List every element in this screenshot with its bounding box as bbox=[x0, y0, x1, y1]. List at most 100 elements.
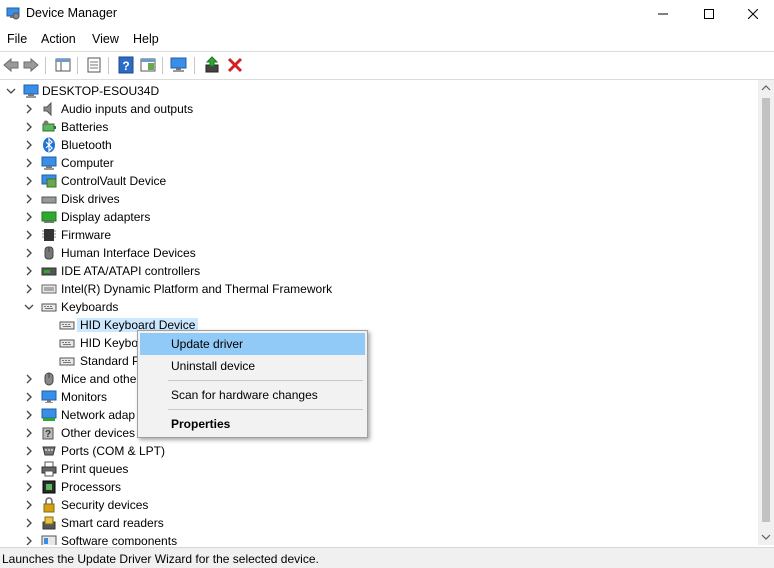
show-hide-console-tree-icon[interactable] bbox=[54, 56, 72, 74]
network-adapter-icon bbox=[41, 408, 57, 421]
category-label: Bluetooth bbox=[61, 138, 112, 152]
menu-file[interactable]: File bbox=[7, 32, 27, 46]
uninstall-device-icon[interactable] bbox=[226, 56, 244, 74]
tree-item-smart-card-readers[interactable]: Smart card readers bbox=[0, 514, 700, 532]
scroll-up-icon[interactable] bbox=[758, 80, 774, 96]
menu-help[interactable]: Help bbox=[133, 32, 159, 46]
minimize-button[interactable] bbox=[640, 0, 686, 28]
category-label: Computer bbox=[61, 156, 114, 170]
chevron-right-icon[interactable] bbox=[23, 193, 35, 205]
scroll-down-icon[interactable] bbox=[758, 529, 774, 545]
properties-icon[interactable] bbox=[85, 56, 103, 74]
chevron-right-icon[interactable] bbox=[23, 409, 35, 421]
chevron-right-icon[interactable] bbox=[23, 175, 35, 187]
update-driver-icon[interactable] bbox=[203, 56, 221, 74]
device-label: Standard P bbox=[80, 354, 141, 368]
category-label: Display adapters bbox=[61, 210, 151, 224]
close-icon bbox=[748, 9, 758, 19]
scan-hardware-menu-item[interactable]: Scan for hardware changes bbox=[140, 384, 365, 406]
chevron-right-icon[interactable] bbox=[23, 373, 35, 385]
chevron-right-icon[interactable] bbox=[23, 265, 35, 277]
tree-item-bluetooth[interactable]: Bluetooth bbox=[0, 136, 700, 154]
scan-hardware-icon[interactable] bbox=[170, 56, 188, 74]
keyboard-icon bbox=[41, 303, 57, 312]
close-button[interactable] bbox=[730, 0, 774, 28]
scrollbar-thumb[interactable] bbox=[762, 98, 770, 522]
tree-item-computer[interactable]: Computer bbox=[0, 154, 700, 172]
category-label: Ports (COM & LPT) bbox=[61, 444, 166, 458]
category-label: Monitors bbox=[61, 390, 108, 404]
tree-item-intel-dptf[interactable]: Intel(R) Dynamic Platform and Thermal Fr… bbox=[0, 280, 700, 298]
tree-item-controlvault-device[interactable]: ControlVault Device bbox=[0, 172, 700, 190]
category-label: Human Interface Devices bbox=[61, 246, 196, 260]
disk-drive-icon bbox=[41, 196, 57, 204]
controlvault-icon bbox=[41, 174, 57, 188]
chevron-right-icon[interactable] bbox=[23, 391, 35, 403]
menu-view[interactable]: View bbox=[92, 32, 119, 46]
chevron-down-icon[interactable] bbox=[23, 301, 35, 313]
chevron-right-icon[interactable] bbox=[23, 283, 35, 295]
svg-text:?: ? bbox=[122, 59, 129, 73]
tree-item-print-queues[interactable]: Print queues bbox=[0, 460, 700, 478]
tree-item-display-adapters[interactable]: Display adapters bbox=[0, 208, 700, 226]
chevron-right-icon[interactable] bbox=[23, 499, 35, 511]
update-driver-menu-item[interactable]: Update driver bbox=[140, 333, 365, 355]
device-tree: DESKTOP-ESOU34D Audio inputs and outputs… bbox=[0, 80, 758, 545]
smart-card-reader-icon bbox=[42, 516, 56, 530]
chevron-right-icon[interactable] bbox=[23, 535, 35, 545]
tree-item-processors[interactable]: Processors bbox=[0, 478, 700, 496]
chevron-right-icon[interactable] bbox=[23, 445, 35, 457]
category-label: Keyboards bbox=[61, 300, 119, 314]
category-label: Processors bbox=[61, 480, 122, 494]
chevron-right-icon[interactable] bbox=[23, 211, 35, 223]
tree-root[interactable]: DESKTOP-ESOU34D bbox=[0, 82, 700, 100]
help-icon[interactable]: ? bbox=[117, 56, 135, 74]
tree-item-batteries[interactable]: Batteries bbox=[0, 118, 700, 136]
chevron-right-icon[interactable] bbox=[23, 139, 35, 151]
chevron-right-icon[interactable] bbox=[23, 481, 35, 493]
battery-icon bbox=[42, 120, 56, 132]
uninstall-device-menu-item[interactable]: Uninstall device bbox=[140, 355, 365, 377]
tree-item-ide-ata-atapi-controllers[interactable]: IDE ATA/ATAPI controllers bbox=[0, 262, 700, 280]
action-pane-icon[interactable] bbox=[139, 56, 157, 74]
chevron-right-icon[interactable] bbox=[23, 247, 35, 259]
maximize-button[interactable] bbox=[686, 0, 732, 28]
software-component-icon bbox=[41, 535, 57, 545]
security-device-icon bbox=[43, 497, 55, 513]
unknown-device-icon: ? bbox=[42, 427, 54, 440]
chevron-right-icon[interactable] bbox=[23, 463, 35, 475]
tree-item-software-components[interactable]: Software components bbox=[0, 532, 700, 545]
vertical-scrollbar[interactable] bbox=[758, 80, 774, 545]
category-label: Disk drives bbox=[61, 192, 120, 206]
tree-item-security-devices[interactable]: Security devices bbox=[0, 496, 700, 514]
menu-item-label: Uninstall device bbox=[171, 359, 256, 373]
chevron-down-icon[interactable] bbox=[5, 85, 17, 97]
chevron-right-icon[interactable] bbox=[23, 103, 35, 115]
tree-item-ports[interactable]: Ports (COM & LPT) bbox=[0, 442, 700, 460]
chevron-right-icon[interactable] bbox=[23, 427, 35, 439]
chevron-right-icon[interactable] bbox=[23, 517, 35, 529]
category-label: Audio inputs and outputs bbox=[61, 102, 194, 116]
menu-action[interactable]: Action bbox=[41, 32, 76, 46]
chevron-right-icon[interactable] bbox=[23, 229, 35, 241]
context-menu: Update driver Uninstall device Scan for … bbox=[137, 330, 368, 438]
chevron-right-icon[interactable] bbox=[23, 157, 35, 169]
back-arrow-icon[interactable] bbox=[2, 56, 20, 74]
menu-item-label: Properties bbox=[171, 417, 231, 431]
chevron-right-icon[interactable] bbox=[23, 121, 35, 133]
tree-item-human-interface-devices[interactable]: Human Interface Devices bbox=[0, 244, 700, 262]
menu-item-label: Scan for hardware changes bbox=[171, 388, 318, 402]
category-label: ControlVault Device bbox=[61, 174, 167, 188]
menu-separator bbox=[168, 409, 363, 410]
properties-menu-item[interactable]: Properties bbox=[140, 413, 365, 435]
forward-arrow-icon[interactable] bbox=[22, 56, 40, 74]
title-bar: Device Manager bbox=[0, 0, 774, 28]
tree-item-keyboards[interactable]: Keyboards bbox=[0, 298, 700, 316]
tree-item-disk-drives[interactable]: Disk drives bbox=[0, 190, 700, 208]
tree-item-audio-inputs-and-outputs[interactable]: Audio inputs and outputs bbox=[0, 100, 700, 118]
category-label: Intel(R) Dynamic Platform and Thermal Fr… bbox=[61, 282, 333, 296]
ide-controller-icon bbox=[41, 267, 57, 276]
device-label: HID Keybo bbox=[80, 336, 139, 350]
category-label: Smart card readers bbox=[61, 516, 164, 530]
tree-item-firmware[interactable]: Firmware bbox=[0, 226, 700, 244]
